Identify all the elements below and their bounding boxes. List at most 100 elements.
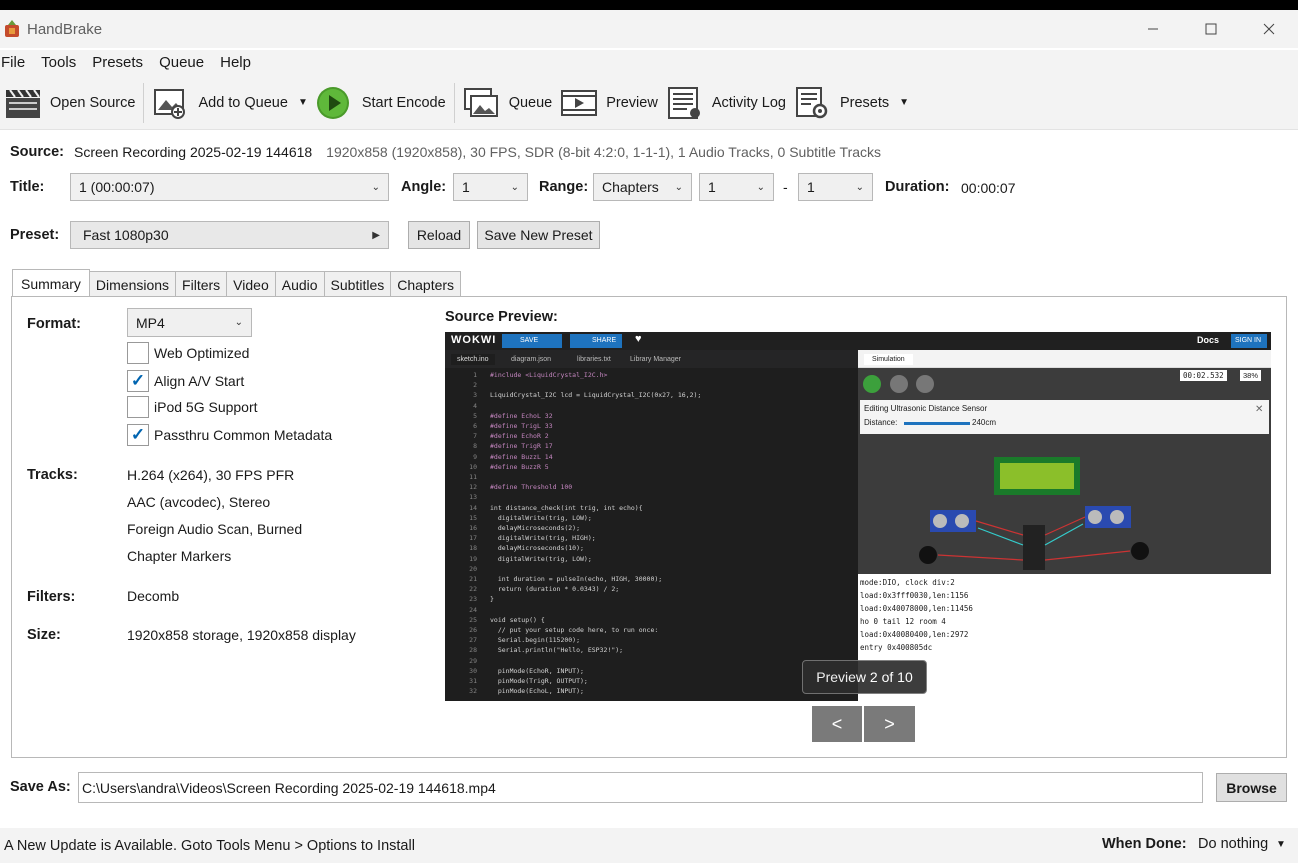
- menu-tools[interactable]: Tools: [41, 50, 76, 76]
- line-numbers: 1 2 3 4 5 6 7 8 9 10 11 12 13 14 15 16 17 18 19 20 21 22 23 24 2…: [453, 370, 477, 697]
- ipod-support-option[interactable]: iPod 5G Support: [127, 396, 258, 418]
- line-number: 6: [473, 422, 477, 431]
- line-number: 20: [469, 564, 477, 573]
- passthru-metadata-option[interactable]: ✓ Passthru Common Metadata: [127, 424, 332, 446]
- when-done-select[interactable]: Do nothing: [1198, 836, 1268, 852]
- film-preview-icon: [560, 86, 598, 120]
- sensor-edit-panel: Editing Ultrasonic Distance Sensor Dista…: [860, 400, 1269, 434]
- range-start-select[interactable]: 1 ⌄: [699, 173, 774, 201]
- toolbar-divider: [143, 82, 145, 123]
- tab-summary[interactable]: Summary: [12, 269, 90, 297]
- code-line: #define EchoL 32: [490, 411, 553, 420]
- tab-chapters[interactable]: Chapters: [390, 271, 462, 297]
- code-line: digitalWrite(trig, LOW);: [490, 554, 592, 563]
- angle-select[interactable]: 1 ⌄: [453, 173, 528, 201]
- sim-timer: 00:02.532: [1180, 370, 1227, 381]
- chevron-down-icon[interactable]: ▼: [899, 97, 909, 108]
- line-number: 13: [469, 493, 477, 502]
- code-line: #define Threshold 100: [490, 483, 573, 492]
- size-value: 1920x858 storage, 1920x858 display: [127, 627, 356, 643]
- close-window-button[interactable]: [1240, 10, 1298, 48]
- previous-preview-button[interactable]: <: [812, 706, 862, 742]
- track-item: H.264 (x264), 30 FPS PFR: [127, 467, 295, 483]
- console-line: load:0x40080400,len:2972: [860, 630, 969, 639]
- source-preview-image: WOKWI SAVE SHARE ♥ Docs SIGN IN sketch.i…: [445, 332, 1271, 701]
- tab-audio[interactable]: Audio: [274, 271, 325, 297]
- menu-queue[interactable]: Queue: [159, 50, 204, 76]
- tab-dimensions[interactable]: Dimensions: [88, 271, 177, 297]
- next-preview-button[interactable]: >: [864, 706, 915, 742]
- add-to-queue-button[interactable]: Add to Queue ▼: [148, 81, 311, 125]
- track-item: AAC (avcodec), Stereo: [127, 494, 271, 510]
- passthru-metadata-checkbox[interactable]: ✓: [127, 424, 149, 446]
- editor-tab: libraries.txt: [577, 356, 611, 363]
- reload-button[interactable]: Reload: [408, 221, 470, 249]
- code-line: #include <LiquidCrystal_I2C.h>: [490, 371, 608, 379]
- web-optimized-checkbox[interactable]: [127, 342, 149, 364]
- align-av-label: Align A/V Start: [154, 373, 245, 389]
- window-title: HandBrake: [27, 20, 103, 38]
- menu-bar: File Tools Presets Queue Help: [0, 50, 1298, 76]
- maximize-button[interactable]: [1182, 10, 1240, 48]
- code-line: #define BuzzR 5: [490, 462, 549, 471]
- when-done-label: When Done:: [1102, 836, 1187, 852]
- update-message[interactable]: A New Update is Available. Goto Tools Me…: [4, 838, 415, 854]
- chevron-down-icon[interactable]: ▼: [1276, 839, 1286, 850]
- wokwi-header: WOKWI SAVE SHARE ♥ Docs SIGN IN: [445, 332, 1271, 350]
- tab-filters[interactable]: Filters: [175, 271, 228, 297]
- range-end-select[interactable]: 1 ⌄: [798, 173, 873, 201]
- preview-counter-overlay: Preview 2 of 10: [802, 660, 927, 694]
- title-select[interactable]: 1 (00:00:07) ⌄: [70, 173, 389, 201]
- tab-video[interactable]: Video: [226, 271, 276, 297]
- preset-label: Preset:: [10, 227, 60, 243]
- editor-tab: Library Manager: [630, 356, 681, 363]
- minimize-button[interactable]: [1124, 10, 1182, 48]
- align-av-option[interactable]: ✓ Align A/V Start: [127, 370, 244, 392]
- status-bar: A New Update is Available. Goto Tools Me…: [0, 828, 1298, 863]
- web-optimized-option[interactable]: Web Optimized: [127, 342, 249, 364]
- range-type-select[interactable]: Chapters ⌄: [593, 173, 692, 201]
- ipod-support-label: iPod 5G Support: [154, 399, 258, 415]
- title-select-value: 1 (00:00:07): [79, 179, 155, 195]
- queue-button[interactable]: Queue: [459, 81, 557, 125]
- line-number: 28: [469, 646, 477, 655]
- browse-button[interactable]: Browse: [1216, 773, 1287, 802]
- start-encode-button[interactable]: Start Encode: [312, 81, 450, 125]
- line-number: 15: [469, 513, 477, 522]
- line-number: 21: [469, 575, 477, 584]
- line-number: 3: [473, 391, 477, 400]
- activity-log-button[interactable]: Activity Log: [662, 81, 790, 125]
- code-line: int distance_check(int trig, int echo){: [490, 503, 643, 512]
- align-av-checkbox[interactable]: ✓: [127, 370, 149, 392]
- preset-selector[interactable]: Fast 1080p30 ▶: [70, 221, 389, 249]
- ipod-support-checkbox[interactable]: [127, 396, 149, 418]
- presets-button[interactable]: Presets ▼: [790, 81, 913, 125]
- toolbar: Open Source Add to Queue ▼ Start Encode …: [0, 76, 1298, 130]
- source-label: Source:: [10, 144, 64, 160]
- tab-subtitles[interactable]: Subtitles: [323, 271, 392, 297]
- menu-help[interactable]: Help: [220, 50, 251, 76]
- preview-button[interactable]: Preview: [556, 81, 662, 125]
- handbrake-logo-icon: [2, 19, 22, 39]
- save-as-path-input[interactable]: C:\Users\andra\Videos\Screen Recording 2…: [78, 772, 1203, 803]
- distance-label: Distance:: [864, 418, 898, 427]
- title-label: Title:: [10, 179, 45, 195]
- menu-presets[interactable]: Presets: [92, 50, 143, 76]
- menu-file[interactable]: File: [1, 50, 25, 76]
- circuit-diagram: [919, 457, 1149, 570]
- line-number: 9: [473, 452, 477, 461]
- code-line: void setup() {: [490, 615, 545, 624]
- code-line: #define TrigL 33: [490, 422, 553, 431]
- save-new-preset-button[interactable]: Save New Preset: [477, 221, 600, 249]
- line-number: 2: [473, 381, 477, 390]
- duration-value: 00:00:07: [961, 180, 1016, 196]
- chevron-down-icon[interactable]: ▼: [298, 97, 308, 108]
- format-select[interactable]: MP4 ⌄: [127, 308, 252, 337]
- open-source-button[interactable]: Open Source: [0, 81, 139, 125]
- code-line: pinMode(TrigR, OUTPUT);: [490, 677, 588, 686]
- line-number: 22: [469, 585, 477, 594]
- code-line: delayMicroseconds(10);: [490, 544, 584, 553]
- queue-images-icon: [463, 86, 501, 120]
